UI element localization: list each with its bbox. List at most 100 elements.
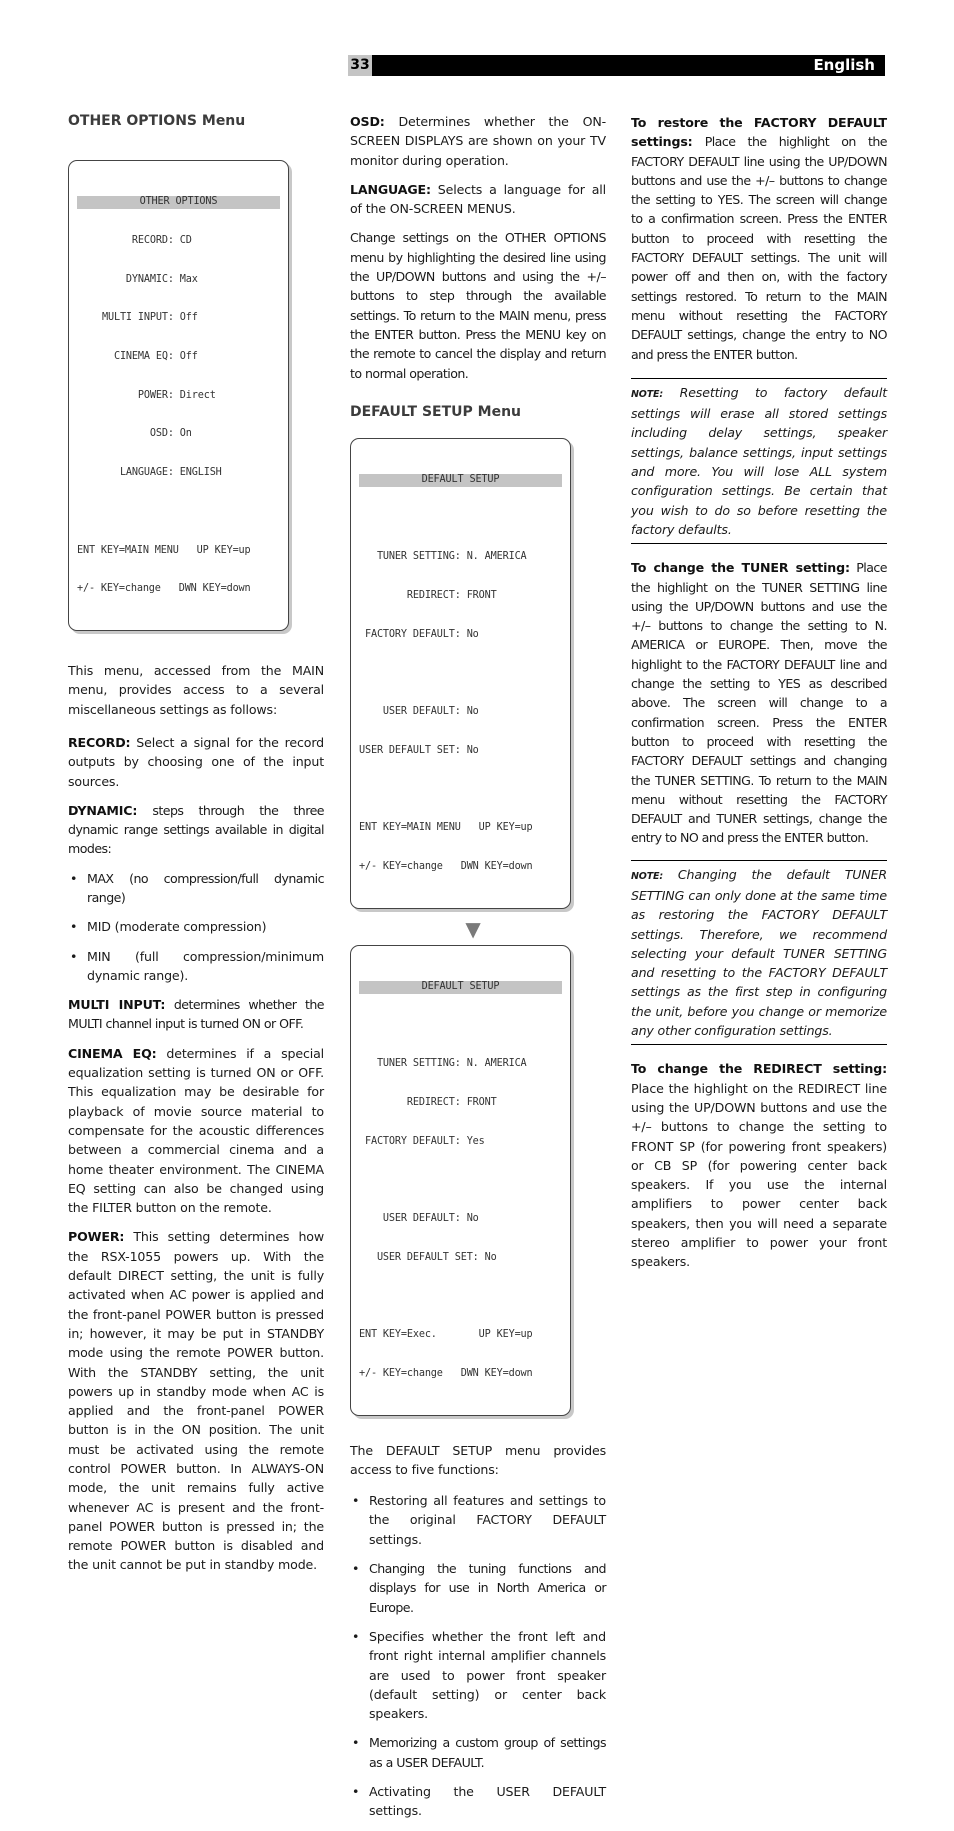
change-settings-paragraph: Change settings on the OTHER OPTIONS men…: [350, 230, 607, 381]
screen-footer: ENT KEY=MAIN MENU UP KEY=up: [359, 822, 533, 834]
dynamic-paragraph: DYNAMIC: steps through the three dynamic…: [68, 801, 325, 859]
list-item: • MID (moderate compression): [68, 917, 324, 936]
screen-row: USER DEFAULT SET: No: [359, 1251, 497, 1263]
screen-row: [359, 513, 562, 526]
default-setup-screen-1: DEFAULT SETUP TUNER SETTING: N. AMERICA …: [350, 438, 571, 909]
note-tuner-setting: NOTE: Changing the default TUNER SETTING…: [631, 859, 887, 1046]
other-options-screen: OTHER OPTIONS RECORD: CD DYNAMIC: Max MU…: [68, 160, 289, 632]
list-item-text: Restoring all features and settings to t…: [369, 1493, 606, 1547]
screen-row: [359, 1174, 562, 1187]
screen-row: USER DEFAULT: No: [359, 1213, 479, 1224]
screen-row: TUNER SETTING: N. AMERICA: [359, 1058, 527, 1070]
screen-row: POWER: Direct: [102, 389, 216, 401]
list-item-text: MID (moderate compression): [87, 919, 267, 935]
power-label: POWER:: [68, 1229, 125, 1245]
screen-row: RECORD: CD: [102, 234, 192, 246]
dynamic-options-list: • MAX (no compression/full dynamic range)…: [68, 869, 325, 986]
list-item: • Changing the tuning functions and displ…: [350, 1559, 607, 1617]
screen-row: FACTORY DEFAULT: No: [359, 628, 479, 640]
column-2: OSD: Determines whether the ON-SCREEN DI…: [350, 112, 607, 1831]
screen-row: MULTI INPUT: Off: [102, 312, 198, 324]
default-setup-screen-2: DEFAULT SETUP TUNER SETTING: N. AMERICA …: [350, 944, 571, 1416]
screen-row: USER DEFAULT: No: [359, 706, 479, 718]
other-options-heading: OTHER OPTIONS Menu: [68, 113, 246, 129]
redirect-paragraph: To change the REDIRECT setting: Place th…: [631, 1059, 887, 1271]
screen-footer: ENT KEY=MAIN MENU UP KEY=up: [77, 544, 251, 556]
default-setup-heading: DEFAULT SETUP Menu: [350, 403, 522, 420]
bullet-icon: •: [352, 1784, 360, 1800]
cinema-eq-text: determines if a special equalization set…: [68, 1045, 324, 1216]
list-item-text: Specifies whether the front left and fro…: [369, 1628, 606, 1722]
note-label: NOTE:: [631, 870, 664, 882]
bullet-icon: •: [352, 1561, 360, 1577]
list-item-text: Activating the USER DEFAULT settings.: [369, 1784, 606, 1819]
language-label: English: [813, 56, 875, 74]
record-label: RECORD:: [68, 734, 131, 750]
multi-input-paragraph: MULTI INPUT: determines whether the MULT…: [68, 995, 325, 1034]
screen-footer: ENT KEY=Exec. UP KEY=up: [359, 1329, 533, 1341]
redirect-text: Place the highlight on the REDIRECT line…: [631, 1080, 887, 1270]
tuner-text: Place the highlight on the TUNER SETTING…: [631, 560, 888, 846]
note-text: Changing the default TUNER SETTING can o…: [631, 866, 887, 1039]
tuner-label: To change the TUNER setting:: [631, 560, 850, 576]
list-item: • MIN (full compression/minimum dynamic r…: [68, 947, 324, 986]
screen-title: DEFAULT SETUP: [359, 473, 562, 487]
screen-row: TUNER SETTING: N. AMERICA: [359, 551, 527, 563]
cinema-eq-label: CINEMA EQ:: [68, 1045, 157, 1061]
restore-text: Place the highlight on the FACTORY DEFAU…: [631, 134, 888, 362]
screen-row: [359, 668, 562, 681]
screen-row: OSD: On: [102, 428, 192, 440]
screen-footer: +/- KEY=change DWN KEY=down: [77, 583, 251, 595]
bullet-icon: •: [70, 948, 78, 964]
bullet-icon: •: [352, 1628, 360, 1644]
note-factory-reset: NOTE: Resetting to factory default setti…: [631, 377, 887, 545]
language-setting-label: LANGUAGE:: [350, 181, 431, 197]
list-item: • Memorizing a custom group of settings a…: [350, 1733, 607, 1772]
bullet-icon: •: [352, 1735, 360, 1751]
tuner-paragraph: To change the TUNER setting: Place the h…: [631, 558, 888, 847]
list-item: • Restoring all features and settings to …: [350, 1491, 606, 1549]
power-text: This setting determines how the RSX-1055…: [68, 1229, 324, 1573]
down-arrow-icon: ▼: [465, 916, 481, 941]
bullet-icon: •: [70, 919, 78, 935]
default-functions-list: • Restoring all features and settings to …: [350, 1491, 607, 1820]
list-item: • Specifies whether the front left and fr…: [350, 1627, 606, 1723]
bullet-icon: •: [70, 870, 78, 886]
list-item-text: MIN (full compression/minimum dynamic ra…: [87, 948, 324, 983]
osd-label: OSD:: [350, 114, 385, 129]
screen-row: CINEMA EQ: Off: [102, 350, 198, 362]
bullet-icon: •: [352, 1493, 360, 1509]
record-paragraph: RECORD: Select a signal for the record o…: [68, 733, 324, 791]
redirect-label: To change the REDIRECT setting:: [631, 1061, 887, 1077]
screen-row: FACTORY DEFAULT: Yes: [359, 1135, 485, 1147]
dynamic-label: DYNAMIC:: [68, 802, 138, 818]
osd-text: Determines whether the ON-SCREEN DISPLAY…: [350, 114, 606, 168]
screen-row: DYNAMIC: Max: [102, 273, 198, 285]
default-setup-intro: The DEFAULT SETUP menu provides access t…: [350, 1442, 606, 1477]
restore-paragraph: To restore the FACTORY DEFAULT settings:…: [631, 113, 888, 364]
column-3: To restore the FACTORY DEFAULT settings:…: [631, 113, 888, 1282]
list-item-text: Changing the tuning functions and displa…: [369, 1561, 607, 1615]
note-text: Resetting to factory default settings wi…: [631, 384, 887, 537]
screen-footer: +/- KEY=change DWN KEY=down: [359, 1367, 533, 1379]
cinema-eq-paragraph: CINEMA EQ: determines if a special equal…: [68, 1044, 324, 1218]
page-header-bar: 33 English: [348, 55, 885, 76]
column-1: OTHER OPTIONS Menu OTHER OPTIONS RECORD:…: [68, 112, 325, 1585]
screen-footer: +/- KEY=change DWN KEY=down: [359, 861, 533, 873]
note-label: NOTE:: [631, 388, 664, 400]
screen-title: OTHER OPTIONS: [77, 196, 280, 210]
multi-input-label: MULTI INPUT:: [68, 997, 166, 1013]
screen-row: USER DEFAULT SET: No: [359, 745, 479, 756]
screen-row: REDIRECT: FRONT: [359, 1096, 497, 1108]
screen-title: DEFAULT SETUP: [359, 980, 562, 994]
list-item-text: MAX (no compression/full dynamic range): [87, 870, 325, 905]
language-paragraph: LANGUAGE: Selects a language for all of …: [350, 180, 606, 219]
list-item: • MAX (no compression/full dynamic range): [68, 869, 325, 908]
power-paragraph: POWER: This setting determines how the R…: [68, 1227, 324, 1574]
screen-row: REDIRECT: FRONT: [359, 590, 497, 602]
intro-paragraph: This menu, accessed from the MAIN menu, …: [68, 663, 324, 717]
osd-paragraph: OSD: Determines whether the ON-SCREEN DI…: [350, 112, 606, 170]
page-number: 33: [348, 55, 372, 76]
list-item-text: Memorizing a custom group of settings as…: [369, 1735, 607, 1770]
screen-row: [359, 1019, 562, 1032]
